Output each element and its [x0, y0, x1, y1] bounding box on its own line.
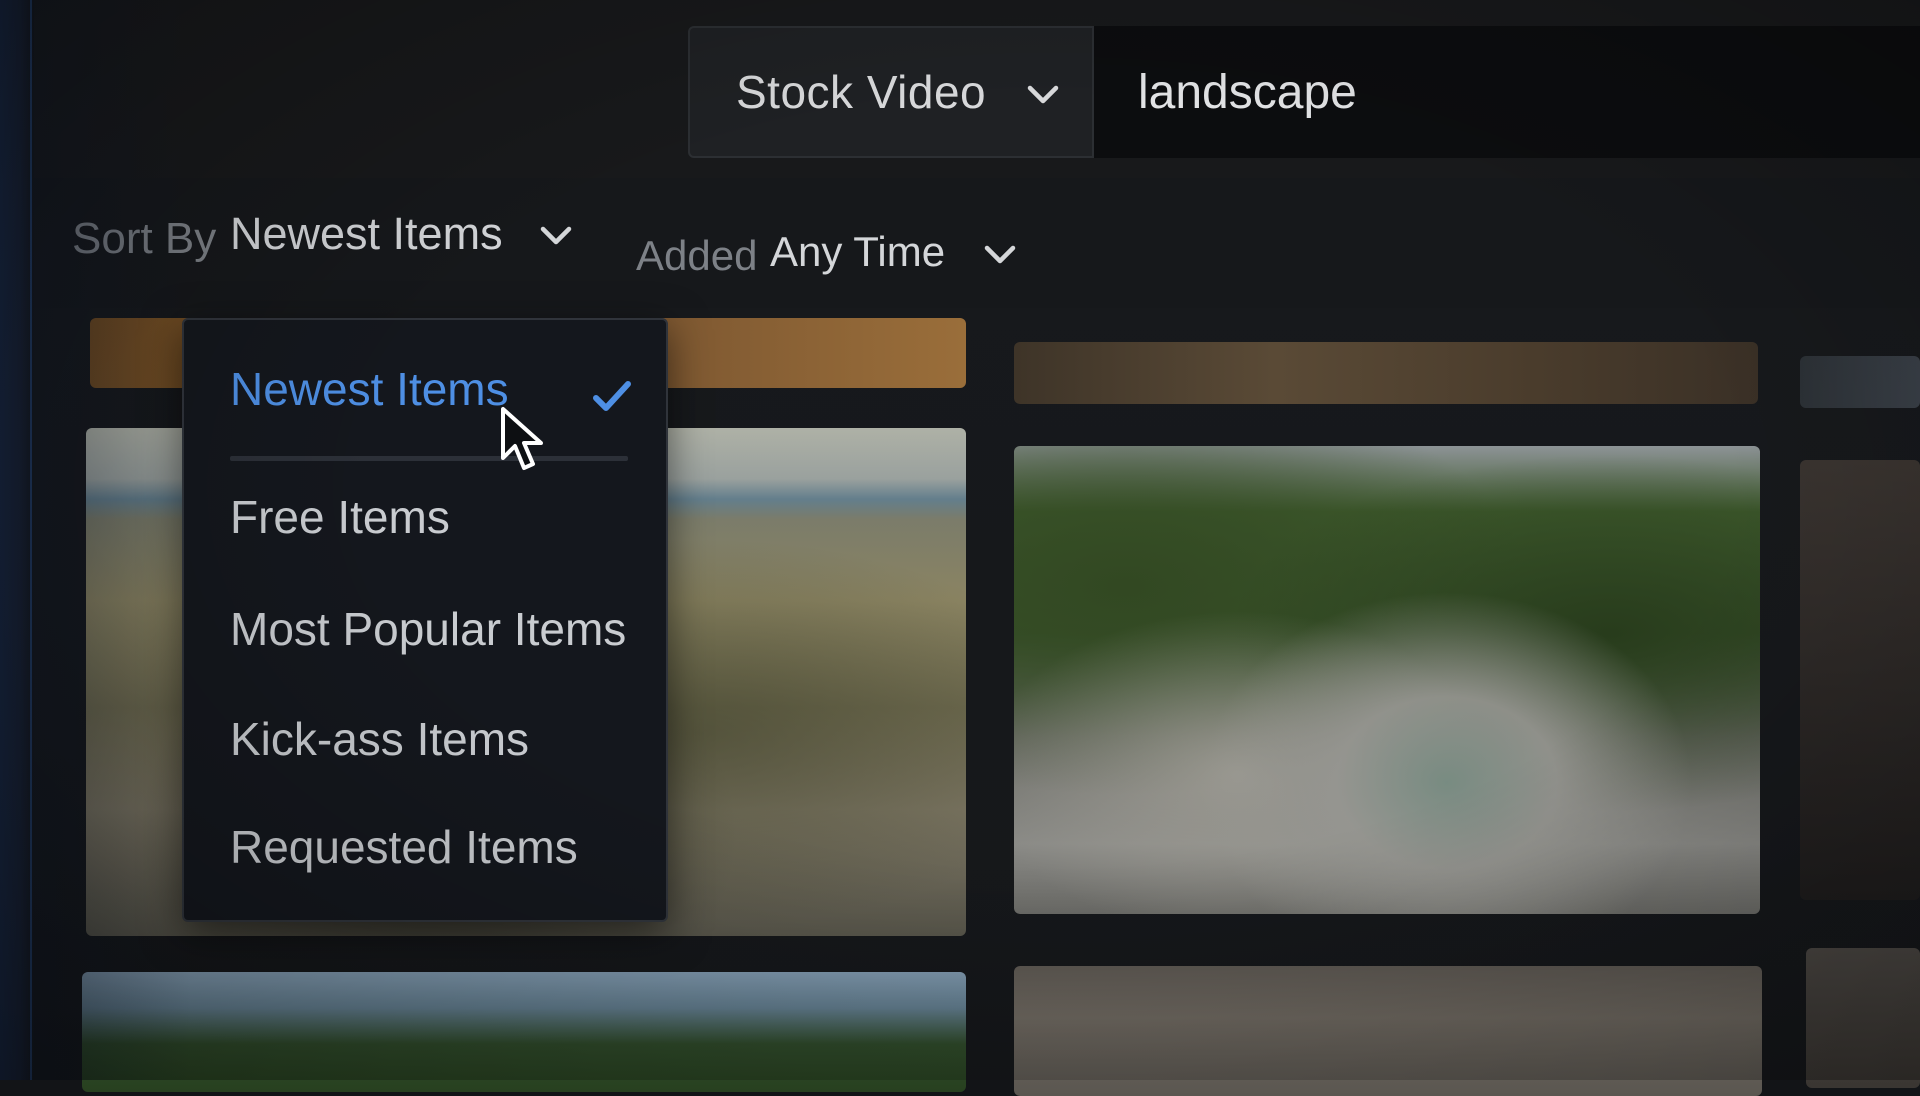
sort-option-newest-items[interactable]: Newest Items: [230, 362, 509, 416]
video-thumbnail[interactable]: [1800, 460, 1920, 900]
sort-by-menu: Newest Items Free Items Most Popular Ite…: [182, 318, 668, 922]
added-label: Added: [636, 232, 758, 279]
checkmark-icon: [592, 380, 632, 419]
added-value: Any Time: [770, 228, 946, 275]
chevron-down-icon: [539, 225, 573, 247]
video-thumbnail[interactable]: [82, 972, 966, 1092]
sort-by-dropdown[interactable]: Newest Items: [230, 208, 573, 260]
sort-by-value: Newest Items: [230, 208, 503, 259]
video-thumbnail[interactable]: [1014, 966, 1762, 1096]
chevron-down-icon: [1026, 84, 1060, 106]
video-thumbnail[interactable]: [1800, 356, 1920, 408]
window-left-edge: [0, 0, 34, 1080]
mouse-pointer-icon: [500, 406, 548, 479]
video-thumbnail[interactable]: [1014, 342, 1758, 404]
media-type-dropdown[interactable]: Stock Video: [688, 26, 1094, 158]
search-input[interactable]: [1094, 26, 1920, 158]
sort-option-free-items[interactable]: Free Items: [230, 490, 450, 544]
menu-divider: [230, 456, 628, 461]
chevron-down-icon: [983, 244, 1017, 266]
search-group: Stock Video: [688, 26, 1920, 158]
media-type-label: Stock Video: [736, 66, 987, 118]
added-dropdown[interactable]: Any Time: [770, 228, 1017, 276]
sort-option-most-popular-items[interactable]: Most Popular Items: [230, 602, 626, 656]
sort-option-requested-items[interactable]: Requested Items: [230, 820, 578, 874]
app-window: Stock Video Sort By Newest Items Added A…: [0, 0, 1920, 1096]
video-thumbnail[interactable]: [1014, 446, 1760, 914]
video-thumbnail[interactable]: [1806, 948, 1920, 1088]
sort-by-label: Sort By: [72, 214, 217, 263]
filter-bar: Sort By Newest Items Added Any Time: [34, 178, 1920, 308]
sort-option-kick-ass-items[interactable]: Kick-ass Items: [230, 712, 529, 766]
